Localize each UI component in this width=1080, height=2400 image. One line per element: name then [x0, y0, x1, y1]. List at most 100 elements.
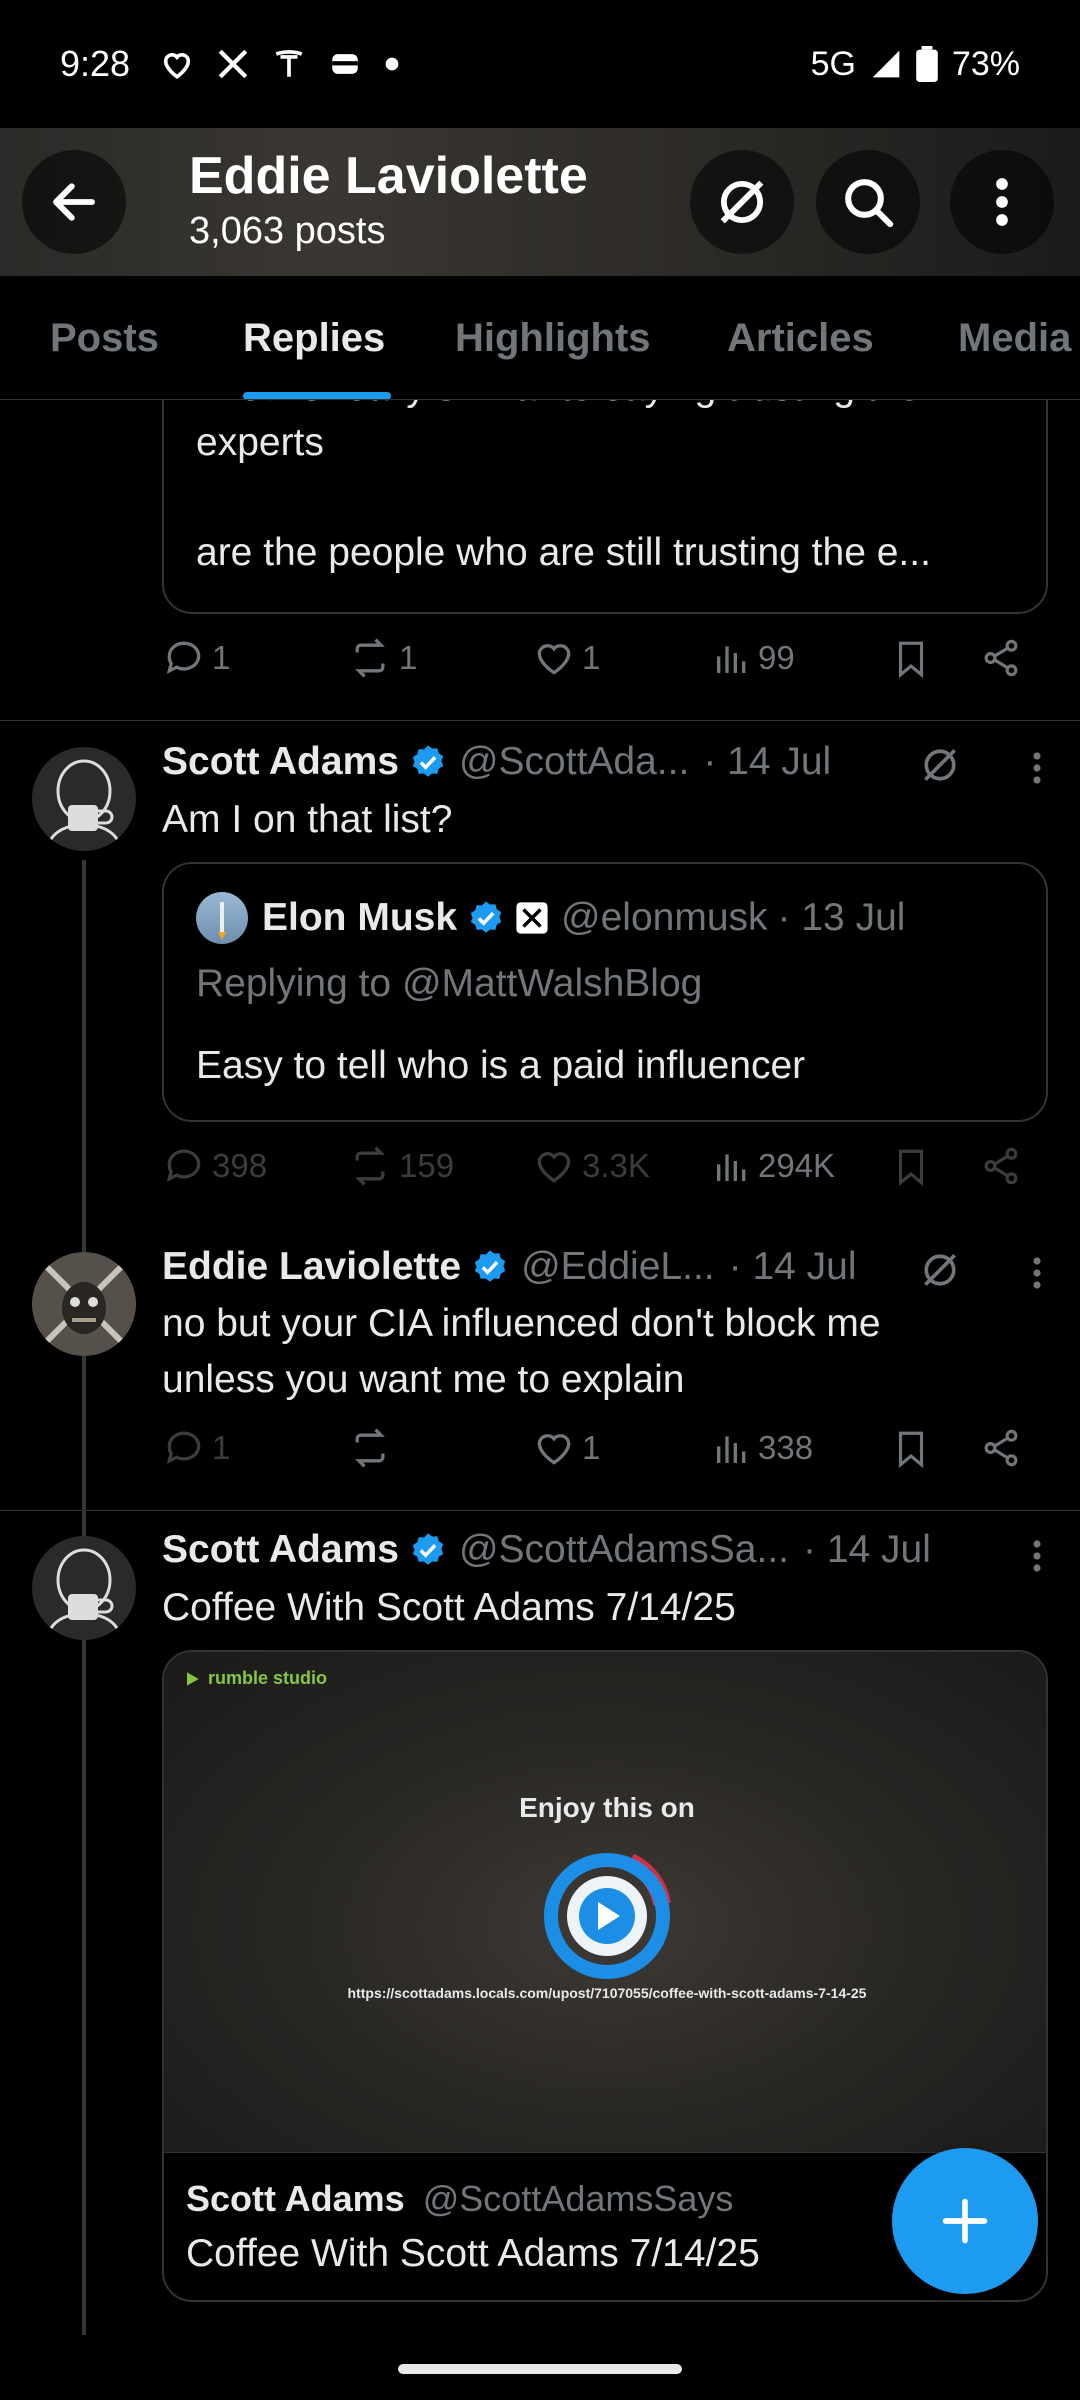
avatar[interactable] — [32, 747, 136, 851]
more-notifications-dot-icon — [385, 57, 399, 71]
reply-button[interactable]: 1 — [162, 636, 230, 680]
back-button[interactable] — [22, 150, 126, 254]
share-button[interactable] — [980, 636, 1022, 680]
post-divider — [0, 720, 1080, 721]
rumble-brand-text: rumble studio — [208, 1668, 328, 1688]
reply-button[interactable]: 1 — [162, 1426, 230, 1470]
elon-musk-avatar-image — [196, 892, 248, 944]
status-right: 5G 73% — [811, 45, 1020, 84]
views-button[interactable]: 99 — [712, 636, 795, 680]
like-count: 3.3K — [582, 1147, 650, 1184]
grok-button[interactable] — [690, 150, 794, 254]
reply-count: 398 — [212, 1147, 268, 1184]
rumble-brand: rumble studio — [182, 1668, 327, 1689]
post-more-icon[interactable] — [1032, 1255, 1042, 1291]
eddie-laviolette-avatar-image — [32, 1252, 136, 1356]
post-text-line: unless you want me to explain — [162, 1358, 685, 1401]
avatar[interactable] — [32, 1536, 136, 1640]
views-icon — [717, 1436, 746, 1463]
profile-tabs: Posts Replies Highlights Articles Media — [0, 276, 1080, 400]
quoted-post-card[interactable]: Elon Musk @elonmusk · 13 Jul Replying to… — [162, 862, 1048, 1122]
like-button[interactable]: 1 — [532, 636, 600, 680]
like-button[interactable]: 3.3K — [532, 1144, 650, 1188]
post-text-line: no but your CIA influenced don't block m… — [162, 1302, 881, 1345]
post-date: · 14 Jul — [703, 740, 832, 783]
reply-count: 1 — [212, 1429, 231, 1466]
tab-highlights[interactable]: Highlights — [455, 316, 651, 361]
post-header: Eddie Laviolette @EddieL... · 14 Jul — [162, 1245, 857, 1289]
author-name[interactable]: Scott Adams — [162, 1528, 399, 1572]
author-handle: @EddieL... — [521, 1245, 715, 1288]
bookmark-button[interactable] — [890, 636, 932, 682]
repost-button[interactable]: 159 — [347, 1144, 454, 1188]
search-button[interactable] — [816, 150, 920, 254]
reply-icon — [166, 1431, 201, 1464]
like-button[interactable]: 1 — [532, 1426, 600, 1470]
avatar[interactable] — [32, 1252, 136, 1356]
tab-articles[interactable]: Articles — [727, 316, 874, 361]
like-count: 1 — [582, 639, 601, 676]
notification-icons — [160, 47, 400, 81]
post-date: · 14 Jul — [803, 1528, 931, 1571]
post-actions: 1 1 1 99 — [162, 636, 1042, 696]
grok-icon[interactable] — [918, 743, 962, 787]
post-header: Scott Adams @ScottAdamsSa... · 14 Jul — [162, 1528, 931, 1572]
author-name[interactable]: Eddie Laviolette — [162, 1245, 461, 1289]
views-button[interactable]: 338 — [712, 1426, 813, 1470]
share-icon — [984, 639, 1018, 677]
post-date: · 14 Jul — [728, 1245, 857, 1288]
bookmark-button[interactable] — [890, 1144, 932, 1190]
share-icon — [984, 1147, 1018, 1185]
bookmark-button[interactable] — [890, 1426, 932, 1472]
tab-posts[interactable]: Posts — [50, 316, 159, 361]
post-more-icon[interactable] — [1032, 1538, 1042, 1574]
card-author-handle: @ScottAdamsSays — [422, 2178, 734, 2219]
like-count: 1 — [582, 1429, 601, 1466]
search-icon — [845, 179, 894, 228]
tab-media[interactable]: Media — [958, 316, 1071, 361]
repost-button[interactable] — [347, 1426, 399, 1470]
quoted-post-card[interactable]: hired is really similar to saying trusti… — [162, 400, 1048, 614]
views-button[interactable]: 294K — [712, 1144, 835, 1188]
share-button[interactable] — [980, 1426, 1022, 1470]
compose-button[interactable] — [892, 2148, 1038, 2294]
bookmark-icon — [898, 1431, 924, 1469]
repost-icon — [355, 1428, 385, 1468]
repost-count: 159 — [399, 1147, 455, 1184]
post-more-icon[interactable] — [1032, 750, 1042, 786]
card-source: Scott Adams @ScottAdamsSays — [186, 2178, 733, 2220]
rumble-play-icon — [187, 1671, 199, 1686]
active-tab-indicator — [243, 392, 391, 399]
share-button[interactable] — [980, 1144, 1022, 1188]
post-count: 3,063 posts — [189, 210, 386, 252]
gesture-navigation-bar[interactable] — [398, 2364, 682, 2374]
battery-percent: 73% — [951, 44, 1020, 83]
repost-icon — [355, 638, 385, 678]
views-count: 338 — [758, 1429, 814, 1466]
x-affiliate-badge-icon — [516, 902, 548, 934]
post-actions: 1 1 338 — [162, 1426, 1042, 1486]
quote-author-handle: @elonmusk — [561, 896, 768, 939]
reply-button[interactable]: 398 — [162, 1144, 267, 1188]
quote-text-line: are the people who are still trusting th… — [196, 531, 931, 574]
video-thumbnail[interactable]: rumble studio Enjoy this on https://scot… — [164, 1652, 1046, 2152]
wallet-notification-icon — [332, 54, 358, 74]
quote-text-line: experts — [196, 421, 324, 464]
views-count: 99 — [758, 639, 795, 676]
post-actions: 398 159 3.3K 294K — [162, 1144, 1042, 1204]
card-divider — [164, 2152, 1046, 2153]
profile-name: Eddie Laviolette — [189, 147, 588, 205]
more-options-button[interactable] — [950, 150, 1054, 254]
play-button[interactable] — [522, 1834, 692, 1994]
card-title: Coffee With Scott Adams 7/14/25 — [186, 2232, 760, 2275]
author-name[interactable]: Scott Adams — [162, 740, 399, 784]
back-arrow-icon — [53, 183, 95, 221]
replies-feed[interactable]: hired is really similar to saying trusti… — [0, 400, 1080, 2335]
tab-replies[interactable]: Replies — [243, 316, 385, 361]
repost-button[interactable]: 1 — [347, 636, 417, 680]
grok-icon[interactable] — [918, 1248, 962, 1292]
like-icon — [537, 1152, 571, 1183]
verified-badge-icon — [474, 1250, 506, 1282]
replying-to: Replying to @MattWalshBlog — [196, 962, 703, 1005]
network-type: 5G — [810, 44, 856, 83]
